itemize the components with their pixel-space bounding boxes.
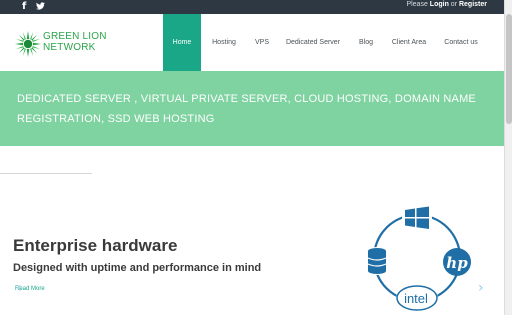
lion-mane-icon (15, 31, 41, 57)
logo-text-line2: NETWORK (43, 42, 96, 53)
windows-logo-icon (402, 203, 432, 233)
slider-prev-arrow-icon[interactable]: ‹ (16, 280, 22, 296)
auth-prefix-text: Please (406, 1, 430, 8)
login-link[interactable]: Login (430, 1, 449, 8)
banner-text: DEDICATED SERVER , VIRTUAL PRIVATE SERVE… (17, 93, 476, 125)
nav-contact-us[interactable]: Contact us (440, 14, 482, 71)
nav-blog[interactable]: Blog (353, 14, 379, 71)
database-icon (363, 247, 391, 275)
twitter-icon[interactable] (36, 2, 45, 13)
auth-or-text: or (448, 1, 459, 8)
logo-text-line1: GREEN LION (43, 31, 107, 42)
nav-vps[interactable]: VPS (250, 14, 274, 71)
hardware-partners-diagram: hp intel (363, 203, 471, 311)
register-link[interactable]: Register (459, 1, 487, 8)
facebook-icon[interactable]: f (22, 1, 26, 12)
intel-logo-icon: intel (396, 285, 438, 311)
scrollbar-thumb[interactable] (506, 14, 512, 124)
nav-home[interactable]: Home (163, 14, 201, 71)
site-logo[interactable]: GREEN LION NETWORK (15, 28, 125, 58)
hp-logo-icon: hp (443, 248, 471, 276)
site-header: GREEN LION NETWORK Home Hosting VPS Dedi… (0, 14, 504, 71)
nav-dedicated-server[interactable]: Dedicated Server (281, 14, 345, 71)
auth-links: Please Login or Register (406, 1, 487, 8)
svg-text:intel: intel (404, 291, 428, 306)
page-scrollbar[interactable] (504, 0, 512, 315)
slide-title: Enterprise hardware (13, 236, 178, 255)
nav-client-area[interactable]: Client Area (387, 14, 431, 71)
slide-subtitle: Designed with uptime and performance in … (13, 262, 262, 274)
nav-hosting[interactable]: Hosting (205, 14, 243, 71)
top-bar: f Please Login or Register (0, 0, 504, 14)
divider (0, 173, 92, 174)
svg-text:hp: hp (446, 254, 468, 272)
services-banner: DEDICATED SERVER , VIRTUAL PRIVATE SERVE… (0, 71, 504, 146)
